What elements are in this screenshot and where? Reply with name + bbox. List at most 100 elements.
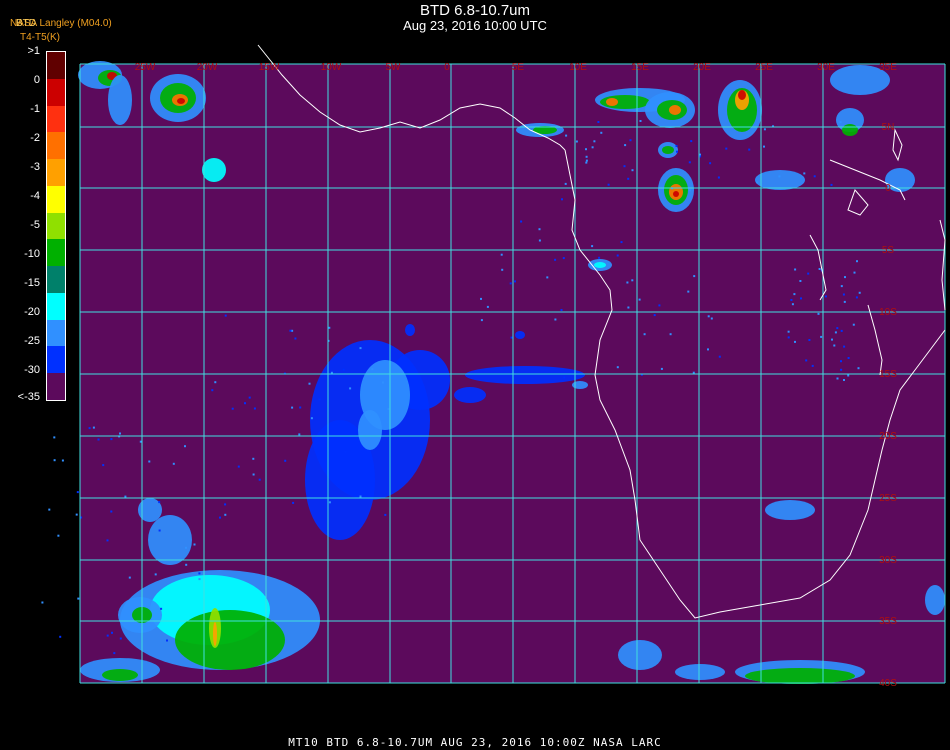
cloud-patch xyxy=(454,387,486,403)
cloud-speckle xyxy=(359,347,362,350)
longitude-label: 0 xyxy=(444,62,450,73)
cloud-speckle xyxy=(852,323,855,326)
cloud-speckle xyxy=(113,652,116,655)
cloud-patch xyxy=(662,146,674,154)
cloud-speckle xyxy=(41,601,44,604)
cloud-speckle xyxy=(342,368,345,371)
cloud-speckle xyxy=(308,382,311,385)
cloud-speckle xyxy=(97,438,100,441)
cloud-patch xyxy=(213,622,217,646)
cloud-speckle xyxy=(631,279,634,282)
cloud-speckle xyxy=(585,155,588,158)
latitude-label: 5N xyxy=(882,122,895,133)
cloud-speckle xyxy=(688,161,691,164)
cloud-speckle xyxy=(840,360,842,363)
cloud-speckle xyxy=(193,543,196,546)
cloud-speckle xyxy=(128,576,131,579)
cloud-patch xyxy=(673,191,679,197)
cloud-speckle xyxy=(808,339,811,341)
cloud-speckle xyxy=(106,634,109,637)
cloud-speckle xyxy=(843,345,846,348)
cloud-speckle xyxy=(119,637,122,640)
cloud-speckle xyxy=(244,402,246,405)
cloud-patch xyxy=(765,500,815,520)
cloud-speckle xyxy=(639,120,642,122)
cloud-speckle xyxy=(111,631,113,634)
cloud-speckle xyxy=(660,367,663,370)
cloud-speckle xyxy=(624,144,627,147)
cloud-speckle xyxy=(793,293,796,296)
cloud-speckle xyxy=(328,326,331,329)
cloud-speckle xyxy=(756,181,759,184)
cloud-patch xyxy=(177,98,185,104)
cloud-speckle xyxy=(500,253,503,256)
cloud-speckle xyxy=(805,359,808,362)
cloud-speckle xyxy=(843,300,846,303)
cloud-speckle xyxy=(154,573,157,576)
latitude-label: 40S xyxy=(879,678,897,689)
latitude-label: 20S xyxy=(879,431,897,442)
cloud-patch xyxy=(738,90,746,100)
cloud-speckle xyxy=(830,183,833,186)
cloud-patch xyxy=(405,324,415,336)
cloud-speckle xyxy=(198,572,201,575)
longitude-label: 5E xyxy=(512,62,525,73)
longitude-label: 25W xyxy=(135,62,156,73)
cloud-speckle xyxy=(310,417,313,420)
cloud-speckle xyxy=(318,398,321,401)
cloud-speckle xyxy=(831,338,833,341)
cloud-speckle xyxy=(224,314,227,317)
cloud-speckle xyxy=(591,146,594,149)
cloud-speckle xyxy=(224,513,227,516)
cloud-speckle xyxy=(198,578,201,581)
cloud-speckle xyxy=(811,364,814,367)
latitude-label: 25S xyxy=(879,493,897,504)
cloud-speckle xyxy=(669,333,672,336)
cloud-speckle xyxy=(853,271,856,274)
cloud-speckle xyxy=(631,169,634,172)
cloud-speckle xyxy=(620,241,623,244)
cloud-patch xyxy=(606,98,618,106)
cloud-speckle xyxy=(688,189,691,192)
cloud-speckle xyxy=(384,513,387,516)
longitude-label: 25E xyxy=(755,62,773,73)
cloud-patch xyxy=(925,585,945,615)
longitude-label: 5W xyxy=(386,62,402,73)
cloud-patch xyxy=(102,669,138,681)
cloud-speckle xyxy=(554,258,557,261)
cloud-speckle xyxy=(369,413,372,416)
cloud-speckle xyxy=(597,121,600,123)
cloud-speckle xyxy=(172,462,175,465)
satellite-map: 25W 20W 15W 10W 5W 0 5E 10E 15E 20E 25E 30E 35E 5N 0 5S… xyxy=(41,44,946,689)
cloud-speckle xyxy=(585,159,588,162)
cloud-speckle xyxy=(298,433,301,436)
cloud-speckle xyxy=(292,501,295,504)
latitude-label: 35S xyxy=(879,616,897,627)
cloud-speckle xyxy=(53,436,56,439)
cloud-speckle xyxy=(840,368,843,371)
cloud-speckle xyxy=(675,145,678,147)
cloud-speckle xyxy=(231,407,234,410)
cloud-speckle xyxy=(778,175,781,178)
cloud-patch xyxy=(755,170,805,190)
cloud-speckle xyxy=(284,459,287,462)
cloud-speckle xyxy=(718,355,721,358)
cloud-speckle xyxy=(61,459,64,462)
cloud-speckle xyxy=(725,147,728,150)
cloud-speckle xyxy=(585,161,588,164)
cloud-speckle xyxy=(92,426,95,429)
latitude-label: 0 xyxy=(885,183,891,194)
cloud-speckle xyxy=(598,256,601,259)
cloud-speckle xyxy=(248,396,251,399)
cloud-speckle xyxy=(289,329,292,332)
longitude-label: 35E xyxy=(879,62,897,73)
cloud-speckle xyxy=(119,432,121,435)
longitude-label: 30E xyxy=(817,62,835,73)
cloud-speckle xyxy=(211,389,214,392)
cloud-patch xyxy=(175,610,285,670)
cloud-speckle xyxy=(88,427,91,430)
cloud-speckle xyxy=(607,183,610,186)
cloud-speckle xyxy=(538,228,541,231)
cloud-speckle xyxy=(840,285,843,288)
cloud-patch xyxy=(465,366,585,384)
